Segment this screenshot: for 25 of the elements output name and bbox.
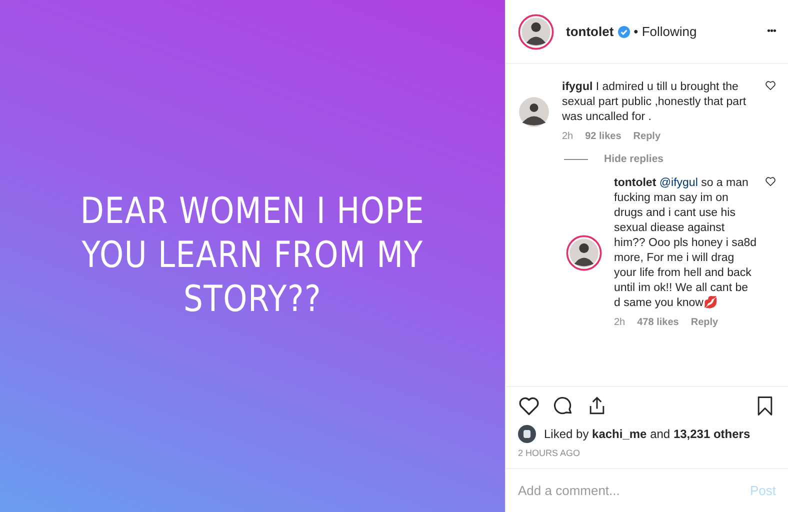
post-timestamp: 2 HOURS AGO — [518, 446, 582, 460]
comment-input[interactable]: Add a comment... — [518, 480, 750, 500]
like-count[interactable]: 478 likes — [637, 314, 679, 330]
following-status[interactable]: • Following — [634, 22, 697, 42]
comment-text: tontolet @ifygul so a man fucking man say im on drugs and i cant use his sexual diease against him?? Ooo pls honey i sa8d more, For me i will drag your life from hell and back until im ok!! We all cant be d same you know💋 — [614, 176, 757, 311]
username-link[interactable]: tontolet — [566, 22, 614, 42]
post-caption: DEAR WOMEN I HOPE YOU LEARN FROM MY STORY?? — [79, 190, 426, 322]
reply-link[interactable]: Reply — [633, 129, 661, 144]
liker-avatar — [518, 424, 536, 442]
heart-icon[interactable] — [518, 394, 540, 416]
heart-icon[interactable] — [765, 80, 776, 91]
avatar[interactable] — [566, 234, 602, 271]
like-count[interactable]: 92 likes — [585, 129, 622, 144]
comment-text: ifygul I admired u till u brought the sexual part public ,honestly that part was uncalled for . — [562, 80, 748, 125]
heart-icon[interactable] — [765, 176, 776, 187]
avatar[interactable] — [518, 14, 554, 50]
comment-time: 2h — [562, 130, 574, 144]
hide-replies-link[interactable]: Hide replies — [604, 152, 664, 168]
mention-link[interactable]: @ifygul — [659, 176, 698, 189]
reply-link[interactable]: Reply — [690, 314, 718, 330]
more-options[interactable]: ••• — [766, 24, 776, 39]
avatar[interactable] — [518, 96, 550, 128]
likes-summary[interactable]: Liked by kachi_me and 13,231 others — [544, 424, 750, 442]
comment-time: 2h — [614, 316, 626, 330]
comment-icon[interactable] — [552, 394, 574, 416]
